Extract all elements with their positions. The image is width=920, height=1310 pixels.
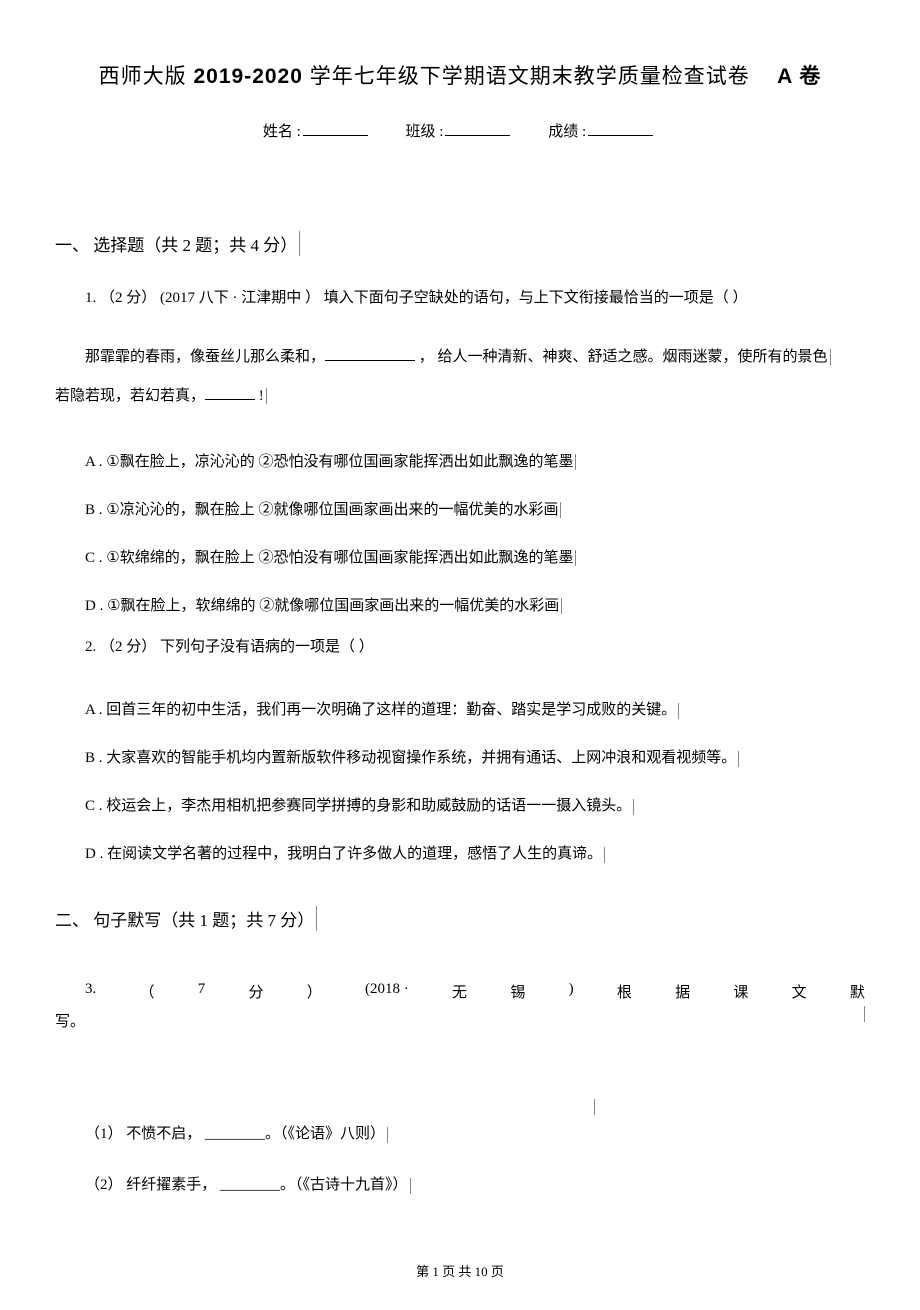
caret-icon xyxy=(575,550,576,566)
question-1-passage: 那霏霏的春雨，像蚕丝儿那么柔和， ， 给人一种清新、神爽、舒适之感。烟雨迷蒙，使… xyxy=(55,338,865,416)
q3-p6: 无 xyxy=(452,981,467,1002)
q3-p11: 课 xyxy=(733,981,748,1002)
q3-p2: 7 xyxy=(198,981,206,1002)
q2-choice-c: C . 校运会上，李杰用相机把参赛同学拼搏的身影和助威鼓励的话语一一摄入镜头。 xyxy=(55,782,865,830)
name-blank xyxy=(303,135,368,136)
q1-number: 1. （2 分） (2017 八下 · 江津期中 ） xyxy=(85,290,320,306)
q2-d-text: D . 在阅读文学名著的过程中，我明白了许多做人的道理，感悟了人生的真谛。 xyxy=(85,846,602,862)
q2-number: 2. （2 分） xyxy=(85,639,156,655)
page-footer: 第 1 页 共 10 页 xyxy=(55,1261,865,1280)
caret-icon xyxy=(633,799,634,815)
page-title: 西师大版 2019-2020 学年七年级下学期语文期末教学质量检查试卷 A 卷 xyxy=(55,60,865,90)
caret-icon xyxy=(387,1127,388,1143)
q1-choice-d: D . ①飘在脸上，软绵绵的 ②就像哪位国画家画出来的一幅优美的水彩画 xyxy=(55,582,865,630)
section-2-heading: 二、 句子默写（共 1 题；共 7 分） xyxy=(55,906,317,931)
q2-choice-a: A . 回首三年的初中生活，我们再一次明确了这样的道理：勤奋、踏实是学习成败的关… xyxy=(55,686,865,734)
caret-icon xyxy=(266,388,267,404)
q2-choice-d: D . 在阅读文学名著的过程中，我明白了许多做人的道理，感悟了人生的真谛。 xyxy=(55,830,865,878)
q1-stem: 填入下面句子空缺处的语句，与上下文衔接最恰当的一项是（ ） xyxy=(324,290,748,306)
q3-p13: 默 xyxy=(850,981,865,1002)
q3-p7: 锡 xyxy=(510,981,525,1002)
q1-passage-d: ! xyxy=(259,388,264,404)
q1-b-text: B . ①凉沁沁的，飘在脸上 ②就像哪位国画家画出来的一幅优美的水彩画 xyxy=(85,502,558,518)
empty-area xyxy=(55,1039,865,1109)
caret-icon xyxy=(604,847,605,863)
caret-icon xyxy=(864,1006,865,1022)
caret-icon xyxy=(410,1178,411,1194)
q2-stem: 下列句子没有语病的一项是（ ） xyxy=(160,639,374,655)
q1-choice-a: A . ①飘在脸上，凉沁沁的 ②恐怕没有哪位国画家能挥洒出如此飘逸的笔墨 xyxy=(55,438,865,486)
q3-sub-1: （1） 不愤不启， ________。（《论语》八则） xyxy=(55,1109,865,1160)
title-year: 2019-2020 xyxy=(193,65,302,88)
blank-2 xyxy=(205,399,255,400)
caret-icon xyxy=(738,751,739,767)
q1-passage-b: ， 给人一种清新、神爽、舒适之感。烟雨迷蒙，使所有的景色 xyxy=(419,349,828,365)
q2-choice-b: B . 大家喜欢的智能手机均内置新版软件移动视窗操作系统，并拥有通话、上网冲浪和… xyxy=(55,734,865,782)
q1-choice-c: C . ①软绵绵的，飘在脸上 ②恐怕没有哪位国画家能挥洒出如此飘逸的笔墨 xyxy=(55,534,865,582)
q1-d-text: D . ①飘在脸上，软绵绵的 ②就像哪位国画家画出来的一幅优美的水彩画 xyxy=(85,598,559,614)
q3-p12: 文 xyxy=(792,981,807,1002)
score-label: 成绩 : xyxy=(548,124,586,140)
q3-p0: 3. xyxy=(85,981,96,1002)
q3-tail: 写。 xyxy=(55,1014,85,1030)
caret-icon xyxy=(560,502,561,518)
q3-p3: 分 xyxy=(249,981,264,1002)
title-suffix: A 卷 xyxy=(777,65,821,88)
q3-p5: (2018 · xyxy=(365,981,409,1002)
question-2-stem: 2. （2 分） 下列句子没有语病的一项是（ ） xyxy=(55,630,865,665)
caret-icon xyxy=(830,349,831,365)
q1-choice-b: B . ①凉沁沁的，飘在脸上 ②就像哪位国画家画出来的一幅优美的水彩画 xyxy=(55,486,865,534)
q1-passage-c: 若隐若现，若幻若真， xyxy=(55,388,205,404)
q2-b-text: B . 大家喜欢的智能手机均内置新版软件移动视窗操作系统，并拥有通话、上网冲浪和… xyxy=(85,750,736,766)
section-1-heading: 一、 选择题（共 2 题；共 4 分） xyxy=(55,231,300,256)
name-label: 姓名 : xyxy=(263,124,301,140)
caret-icon xyxy=(575,454,576,470)
title-rest: 学年七年级下学期语文期末教学质量检查试卷 xyxy=(310,65,750,88)
q1-passage-a: 那霏霏的春雨，像蚕丝儿那么柔和， xyxy=(85,349,325,365)
q1-c-text: C . ①软绵绵的，飘在脸上 ②恐怕没有哪位国画家能挥洒出如此飘逸的笔墨 xyxy=(85,550,573,566)
title-prefix: 西师大版 xyxy=(99,65,187,88)
blank-1 xyxy=(325,360,415,361)
question-3: 3. （ 7 分 ） (2018 · 无 锡 ) 根 据 课 文 默 写。 xyxy=(55,981,865,1039)
class-label: 班级 : xyxy=(406,124,444,140)
q1-a-text: A . ①飘在脸上，凉沁沁的 ②恐怕没有哪位国画家能挥洒出如此飘逸的笔墨 xyxy=(85,454,573,470)
info-line: 姓名 : 班级 : 成绩 : xyxy=(55,120,865,141)
q3-line-1: 3. （ 7 分 ） (2018 · 无 锡 ) 根 据 课 文 默 xyxy=(55,981,865,1002)
caret-icon xyxy=(561,598,562,614)
question-1-stem: 1. （2 分） (2017 八下 · 江津期中 ） 填入下面句子空缺处的语句，… xyxy=(55,281,865,316)
q3-sub-2: （2） 纤纤擢素手， ________。（《古诗十九首》） xyxy=(55,1160,865,1211)
q3-p9: 根 xyxy=(617,981,632,1002)
caret-icon xyxy=(678,703,679,719)
q3-sub1-text: （1） 不愤不启， ________。（《论语》八则） xyxy=(85,1126,385,1142)
q3-p10: 据 xyxy=(675,981,690,1002)
caret-icon xyxy=(594,1099,595,1115)
q2-a-text: A . 回首三年的初中生活，我们再一次明确了这样的道理：勤奋、踏实是学习成败的关… xyxy=(85,702,676,718)
q3-p8: ) xyxy=(569,981,574,1002)
score-blank xyxy=(588,135,653,136)
class-blank xyxy=(445,135,510,136)
q3-sub2-text: （2） 纤纤擢素手， ________。（《古诗十九首》） xyxy=(85,1177,408,1193)
q3-p4: ） xyxy=(307,981,322,1002)
q2-c-text: C . 校运会上，李杰用相机把参赛同学拼搏的身影和助威鼓励的话语一一摄入镜头。 xyxy=(85,798,631,814)
q3-p1: （ xyxy=(140,981,155,1002)
